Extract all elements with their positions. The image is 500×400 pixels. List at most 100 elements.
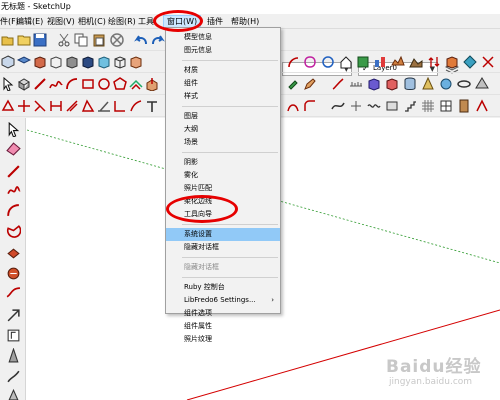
- component-icon[interactable]: [16, 76, 31, 91]
- protractor-icon[interactable]: [96, 98, 111, 113]
- cut-icon[interactable]: [56, 32, 71, 47]
- xray-icon[interactable]: [96, 54, 111, 69]
- window-tool-icon[interactable]: [438, 98, 453, 113]
- follow-me-icon[interactable]: [5, 265, 21, 281]
- offset-icon[interactable]: [5, 285, 21, 301]
- select-icon[interactable]: [0, 76, 15, 91]
- walk-icon[interactable]: [5, 368, 21, 384]
- position-camera-icon[interactable]: [5, 386, 21, 400]
- round-corner-icon[interactable]: [302, 98, 317, 113]
- paint-icon[interactable]: [285, 76, 300, 91]
- window-menu-item[interactable]: 雾化: [166, 169, 280, 182]
- move-icon[interactable]: [16, 98, 31, 113]
- window-menu-item[interactable]: 系统设置: [166, 228, 280, 241]
- sandbox-icon[interactable]: [390, 54, 405, 69]
- window-menu-item[interactable]: 图层: [166, 110, 280, 123]
- window-menu-item[interactable]: 组件属性: [166, 320, 280, 333]
- cylinder-icon[interactable]: [402, 76, 417, 91]
- stairs-icon[interactable]: [402, 98, 417, 113]
- walk-icon[interactable]: [285, 54, 300, 69]
- dimension-icon[interactable]: [5, 327, 21, 343]
- menu-tools[interactable]: 工具: [138, 16, 154, 27]
- window-menu-item[interactable]: 大纲: [166, 123, 280, 136]
- window-menu-item[interactable]: 模型信息: [166, 31, 280, 44]
- menu-view[interactable]: 视图(V): [47, 16, 75, 27]
- window-menu-item[interactable]: 材质: [166, 64, 280, 77]
- menu-edit[interactable]: 编辑(E): [16, 16, 43, 27]
- section-icon[interactable]: [355, 54, 370, 69]
- torus-icon[interactable]: [456, 76, 471, 91]
- offset-icon[interactable]: [128, 76, 143, 91]
- window-menu-item[interactable]: 组件选项: [166, 307, 280, 320]
- window-menu-item[interactable]: 场景: [166, 136, 280, 149]
- menu-help[interactable]: 帮助(H): [231, 16, 259, 27]
- axes-icon[interactable]: [112, 98, 127, 113]
- loft-icon[interactable]: [474, 98, 489, 113]
- bezier-icon[interactable]: [285, 98, 300, 113]
- arc-icon[interactable]: [5, 202, 21, 218]
- flip-edge-icon[interactable]: [480, 54, 495, 69]
- eraser-icon[interactable]: [5, 140, 21, 156]
- open-icon[interactable]: [0, 32, 15, 47]
- section-plane-icon[interactable]: [372, 54, 387, 69]
- freehand-icon[interactable]: [5, 182, 21, 198]
- push-pull-icon[interactable]: [144, 76, 159, 91]
- menu-camera[interactable]: 相机(C): [78, 16, 106, 27]
- menu-plugins[interactable]: 插件: [207, 16, 223, 27]
- paste-icon[interactable]: [91, 32, 106, 47]
- follow-me-icon[interactable]: [48, 98, 63, 113]
- brush-icon[interactable]: [330, 76, 345, 91]
- wireframe-icon[interactable]: [112, 54, 127, 69]
- line-icon[interactable]: [5, 163, 21, 179]
- joint-icon[interactable]: [348, 98, 363, 113]
- window-menu-item[interactable]: 组件: [166, 77, 280, 90]
- window-menu-item[interactable]: 阴影: [166, 156, 280, 169]
- measure-icon[interactable]: [348, 76, 363, 91]
- hidden-line-icon[interactable]: [128, 54, 143, 69]
- scale-icon[interactable]: [64, 98, 79, 113]
- left-view-icon[interactable]: [80, 54, 95, 69]
- text-icon[interactable]: [144, 98, 159, 113]
- erase-icon[interactable]: [109, 32, 124, 47]
- open-icon[interactable]: [16, 32, 31, 47]
- wave-icon[interactable]: [366, 98, 381, 113]
- stamp-icon[interactable]: [444, 54, 459, 69]
- circle-icon[interactable]: [96, 76, 111, 91]
- window-menu-item[interactable]: LibFredo6 Settings... ›: [166, 294, 280, 307]
- select-icon[interactable]: [5, 121, 21, 137]
- pie-icon[interactable]: [5, 222, 21, 238]
- tape-icon[interactable]: [80, 98, 95, 113]
- panel-icon[interactable]: [384, 98, 399, 113]
- window-menu-item[interactable]: 隐藏对话框: [166, 241, 280, 254]
- redo-icon[interactable]: [150, 32, 165, 47]
- text-icon[interactable]: [5, 347, 21, 363]
- cube-icon[interactable]: [384, 76, 399, 91]
- window-menu-item[interactable]: 样式: [166, 90, 280, 103]
- orbit-icon[interactable]: [0, 98, 15, 113]
- pyramid-icon[interactable]: [474, 76, 489, 91]
- box-icon[interactable]: [366, 76, 381, 91]
- arrows-icon[interactable]: [426, 54, 441, 69]
- back-view-icon[interactable]: [64, 54, 79, 69]
- tape-icon[interactable]: [5, 307, 21, 323]
- house-icon[interactable]: [338, 54, 353, 69]
- drape-icon[interactable]: [462, 54, 477, 69]
- terrain-icon[interactable]: [408, 54, 423, 69]
- window-menu-item[interactable]: 照片纹理: [166, 333, 280, 346]
- undo-icon[interactable]: [133, 32, 148, 47]
- window-menu-item[interactable]: 图元信息: [166, 44, 280, 57]
- line-icon[interactable]: [32, 76, 47, 91]
- save-icon[interactable]: [32, 32, 47, 47]
- copy-icon[interactable]: [73, 32, 88, 47]
- sphere-icon[interactable]: [438, 76, 453, 91]
- front-view-icon[interactable]: [32, 54, 47, 69]
- right-view-icon[interactable]: [48, 54, 63, 69]
- pencil-icon[interactable]: [302, 76, 317, 91]
- rectangle-icon[interactable]: [80, 76, 95, 91]
- window-menu-item[interactable]: 照片匹配: [166, 182, 280, 195]
- grid-icon[interactable]: [420, 98, 435, 113]
- dimension-icon[interactable]: [128, 98, 143, 113]
- arc-icon[interactable]: [64, 76, 79, 91]
- look-around-icon[interactable]: [302, 54, 317, 69]
- top-view-icon[interactable]: [16, 54, 31, 69]
